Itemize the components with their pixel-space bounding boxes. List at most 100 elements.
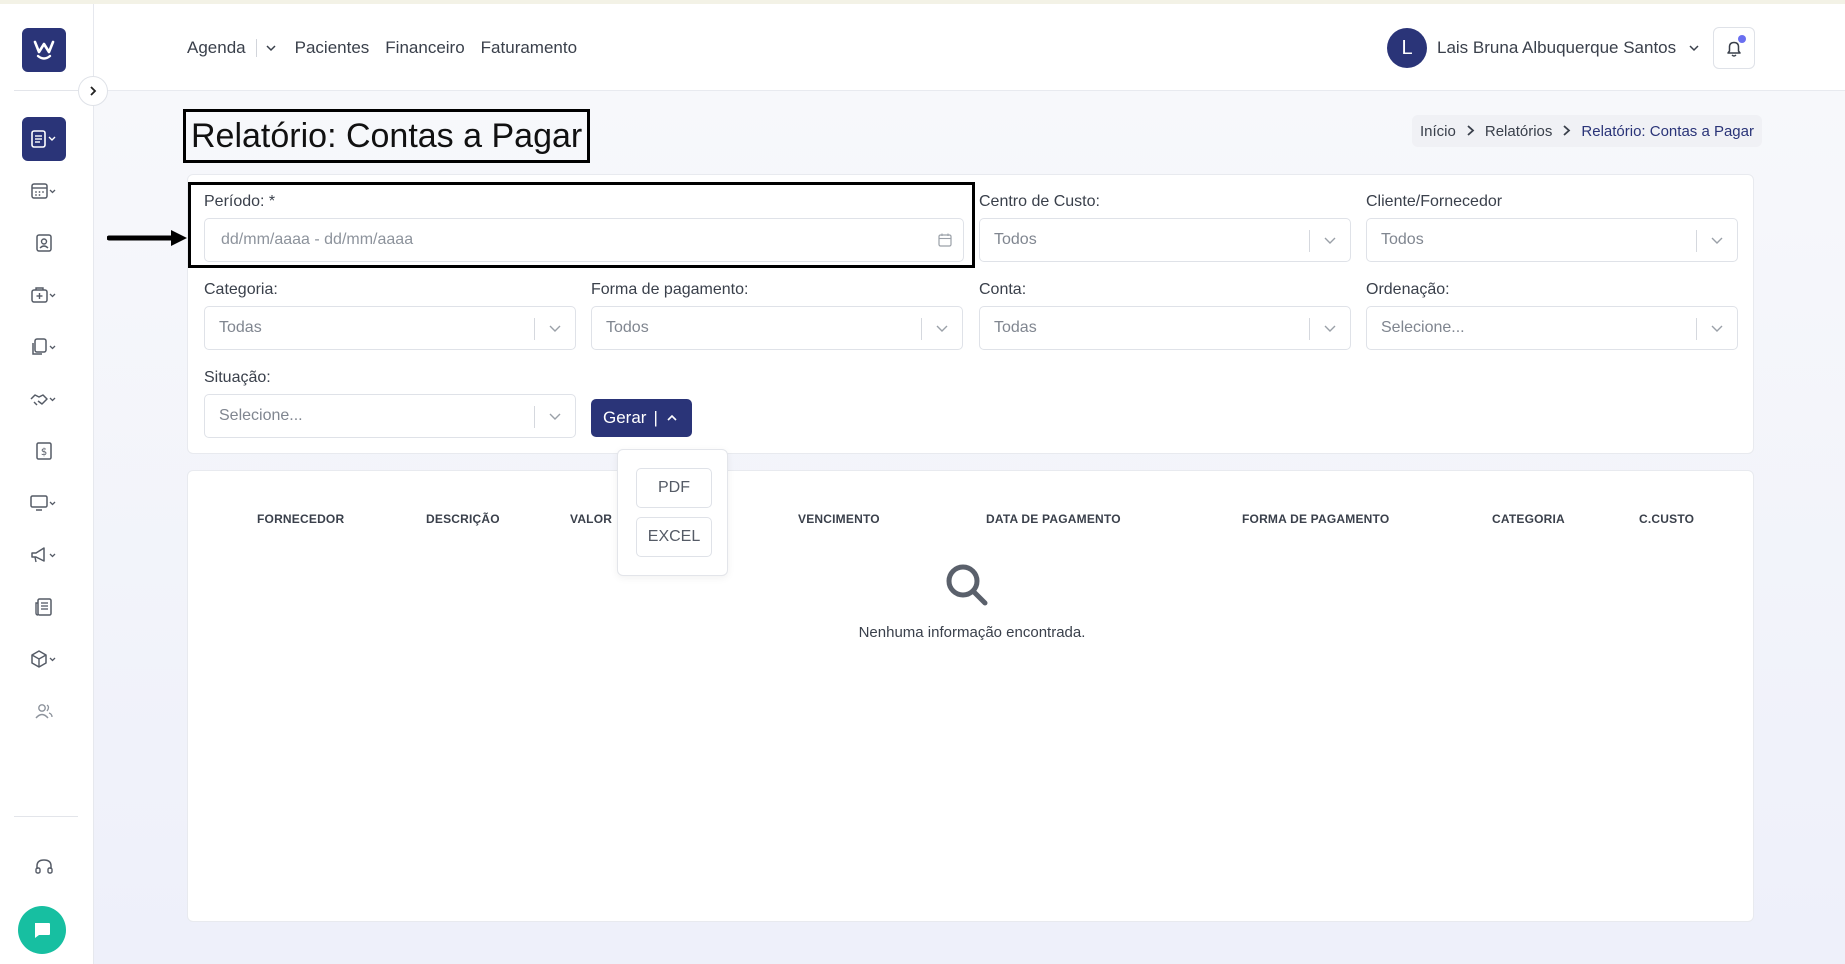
patient-badge-icon (36, 234, 52, 252)
arrow-pointer-icon (107, 230, 187, 246)
notifications-button[interactable] (1713, 27, 1755, 69)
cliente-fornecedor-label: Cliente/Fornecedor (1366, 193, 1503, 210)
centro-custo-value: Todos (994, 231, 1037, 248)
sidebar-item-documents[interactable] (22, 325, 66, 369)
sidebar-item-billing[interactable]: $ (22, 429, 66, 473)
search-icon (946, 564, 988, 606)
monitor-icon (30, 495, 56, 511)
export-pdf-button[interactable]: PDF (636, 468, 712, 508)
select-separator (534, 406, 535, 428)
select-separator (1309, 318, 1310, 340)
chevron-down-icon (1689, 45, 1699, 52)
headset-icon (35, 859, 53, 874)
chevron-down-icon (1711, 237, 1723, 244)
sidebar-toggle-button[interactable] (78, 76, 108, 106)
chevron-down-icon (549, 325, 561, 332)
forma-pagamento-select[interactable]: Todos (591, 306, 963, 350)
column-header-fornecedor[interactable]: FORNECEDOR (257, 512, 344, 526)
gerar-button[interactable]: Gerar | (591, 399, 692, 437)
gerar-divider: | (653, 408, 658, 427)
nav-separator (255, 39, 257, 57)
chat-button[interactable] (18, 906, 66, 954)
cliente-fornecedor-value: Todos (1381, 231, 1424, 248)
breadcrumb: Início Relatórios Relatório: Contas a Pa… (1412, 115, 1762, 147)
chevron-down-icon (266, 45, 276, 52)
sidebar-divider (14, 90, 78, 91)
column-header-descricao[interactable]: DESCRIÇÃO (426, 512, 500, 526)
column-header-valor[interactable]: VALOR (570, 512, 612, 526)
user-menu[interactable]: L Lais Bruna Albuquerque Santos (1387, 28, 1700, 68)
chevron-up-icon (667, 414, 677, 421)
column-header-forma-pagamento[interactable]: FORMA DE PAGAMENTO (1242, 512, 1389, 526)
sidebar-item-inventory[interactable] (22, 637, 66, 681)
sidebar-item-monitor[interactable] (22, 481, 66, 525)
sidebar-item-news[interactable] (22, 585, 66, 629)
megaphone-icon (31, 547, 56, 563)
select-separator (1309, 230, 1310, 252)
sidebar-item-patients[interactable] (22, 221, 66, 265)
avatar: L (1387, 28, 1427, 68)
chat-bubble-icon (35, 923, 50, 938)
column-header-centro-custo[interactable]: C.CUSTO (1639, 512, 1694, 526)
chevron-right-icon (1466, 123, 1475, 140)
top-header: Agenda Pacientes Financeiro Faturamento … (94, 4, 1845, 91)
calendar-icon (31, 183, 56, 199)
sidebar-item-support[interactable] (22, 845, 66, 889)
sidebar-item-clinical[interactable] (22, 273, 66, 317)
logo-icon (33, 40, 55, 60)
sidebar-item-calendar[interactable] (22, 169, 66, 213)
ordenacao-select[interactable]: Selecione... (1366, 306, 1738, 350)
page-title: Relatório: Contas a Pagar (183, 109, 591, 163)
column-header-vencimento[interactable]: VENCIMENTO (798, 512, 880, 526)
sidebar-item-marketing[interactable] (22, 533, 66, 577)
categoria-select[interactable]: Todas (204, 306, 576, 350)
sidebar-item-agreements[interactable] (22, 377, 66, 421)
reports-icon (31, 130, 56, 148)
breadcrumb-current: Relatório: Contas a Pagar (1581, 122, 1754, 140)
select-separator (921, 318, 922, 340)
svg-text:$: $ (41, 447, 47, 458)
chevron-down-icon (1324, 237, 1336, 244)
cliente-fornecedor-select[interactable]: Todos (1366, 218, 1738, 262)
medical-bag-icon (31, 287, 56, 303)
users-icon (35, 704, 53, 719)
nav-faturamento[interactable]: Faturamento (481, 38, 577, 58)
sidebar-item-reports[interactable] (22, 117, 66, 161)
sidebar-item-users[interactable] (22, 689, 66, 733)
app-logo[interactable] (22, 28, 66, 72)
column-header-data-pagamento[interactable]: DATA DE PAGAMENTO (986, 512, 1121, 526)
breadcrumb-reports[interactable]: Relatórios (1485, 123, 1553, 140)
sidebar: $ (0, 4, 94, 964)
conta-value: Todas (994, 319, 1037, 336)
forma-pagamento-label: Forma de pagamento: (591, 281, 749, 298)
ordenacao-value: Selecione... (1381, 319, 1465, 336)
chevron-right-icon (90, 86, 97, 96)
nav-agenda[interactable]: Agenda (187, 38, 246, 58)
documents-icon (32, 338, 56, 355)
newspaper-icon (35, 598, 52, 616)
nav-agenda-dropdown[interactable] (265, 42, 277, 54)
chevron-right-icon (1562, 123, 1571, 140)
chevron-down-icon (549, 413, 561, 420)
box-icon (31, 650, 56, 668)
invoice-dollar-icon: $ (36, 442, 52, 460)
breadcrumb-home[interactable]: Início (1420, 123, 1456, 140)
chevron-down-icon (936, 325, 948, 332)
nav-financeiro[interactable]: Financeiro (385, 38, 464, 58)
user-name: Lais Bruna Albuquerque Santos (1437, 38, 1677, 57)
select-separator (534, 318, 535, 340)
conta-label: Conta: (979, 281, 1027, 298)
select-separator (1696, 230, 1697, 252)
forma-pagamento-value: Todos (606, 319, 649, 336)
column-header-categoria[interactable]: CATEGORIA (1492, 512, 1565, 526)
centro-custo-select[interactable]: Todos (979, 218, 1351, 262)
main-nav: Agenda Pacientes Financeiro Faturamento (187, 38, 593, 58)
sidebar-divider (14, 816, 78, 817)
notification-dot (1738, 35, 1746, 43)
situacao-select[interactable]: Selecione... (204, 394, 576, 438)
export-excel-button[interactable]: EXCEL (636, 517, 712, 557)
chevron-down-icon (1711, 325, 1723, 332)
conta-select[interactable]: Todas (979, 306, 1351, 350)
nav-pacientes[interactable]: Pacientes (295, 38, 370, 58)
handshake-icon (30, 394, 56, 406)
